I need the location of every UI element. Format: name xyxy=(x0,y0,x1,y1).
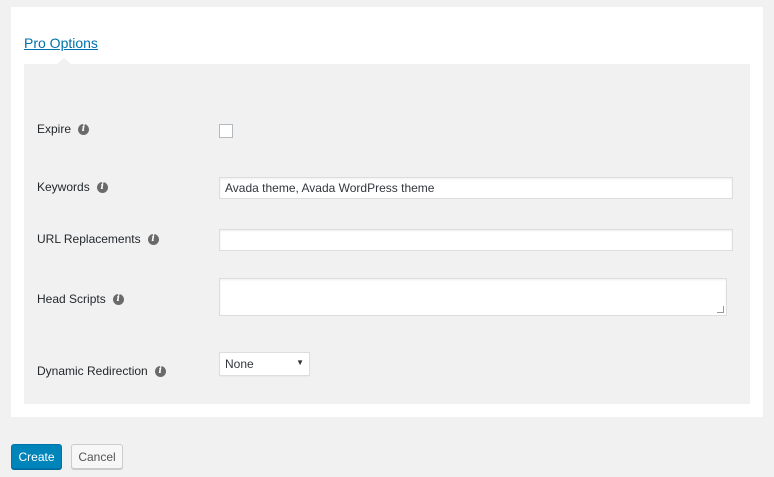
head-scripts-label: Head Scripts xyxy=(37,292,106,306)
head-scripts-textarea[interactable] xyxy=(219,278,727,316)
url-replacements-input[interactable] xyxy=(219,229,733,251)
options-box: Expire i Keywords i URL Replacements i H… xyxy=(24,58,750,404)
keywords-row: Keywords i xyxy=(37,180,108,194)
resize-handle[interactable] xyxy=(717,306,724,313)
pro-options-panel: Pro Options Expire i Keywords i URL Repl… xyxy=(11,7,763,417)
cancel-button[interactable]: Cancel xyxy=(71,444,123,469)
create-button[interactable]: Create xyxy=(11,444,62,469)
expire-label: Expire xyxy=(37,122,72,136)
head-scripts-row: Head Scripts i xyxy=(37,292,124,306)
info-icon[interactable]: i xyxy=(147,233,159,245)
url-replacements-row: URL Replacements i xyxy=(37,232,159,246)
dynamic-redirection-value: None xyxy=(225,357,254,371)
info-icon[interactable]: i xyxy=(78,123,90,135)
pro-options-link[interactable]: Pro Options xyxy=(24,35,98,51)
url-replacements-label: URL Replacements xyxy=(37,232,141,246)
dynamic-redirection-label: Dynamic Redirection xyxy=(37,364,148,378)
expire-checkbox[interactable] xyxy=(219,124,233,138)
dynamic-redirection-row: Dynamic Redirection i xyxy=(37,364,166,378)
keywords-label: Keywords xyxy=(37,180,90,194)
info-icon[interactable]: i xyxy=(96,181,108,193)
info-icon[interactable]: i xyxy=(154,365,166,377)
expire-row: Expire i xyxy=(37,122,90,136)
chevron-down-icon: ▼ xyxy=(296,358,304,367)
notch-pointer xyxy=(57,58,71,64)
keywords-input[interactable] xyxy=(219,177,733,199)
dynamic-redirection-select[interactable]: None ▼ xyxy=(219,352,310,376)
info-icon[interactable]: i xyxy=(112,293,124,305)
